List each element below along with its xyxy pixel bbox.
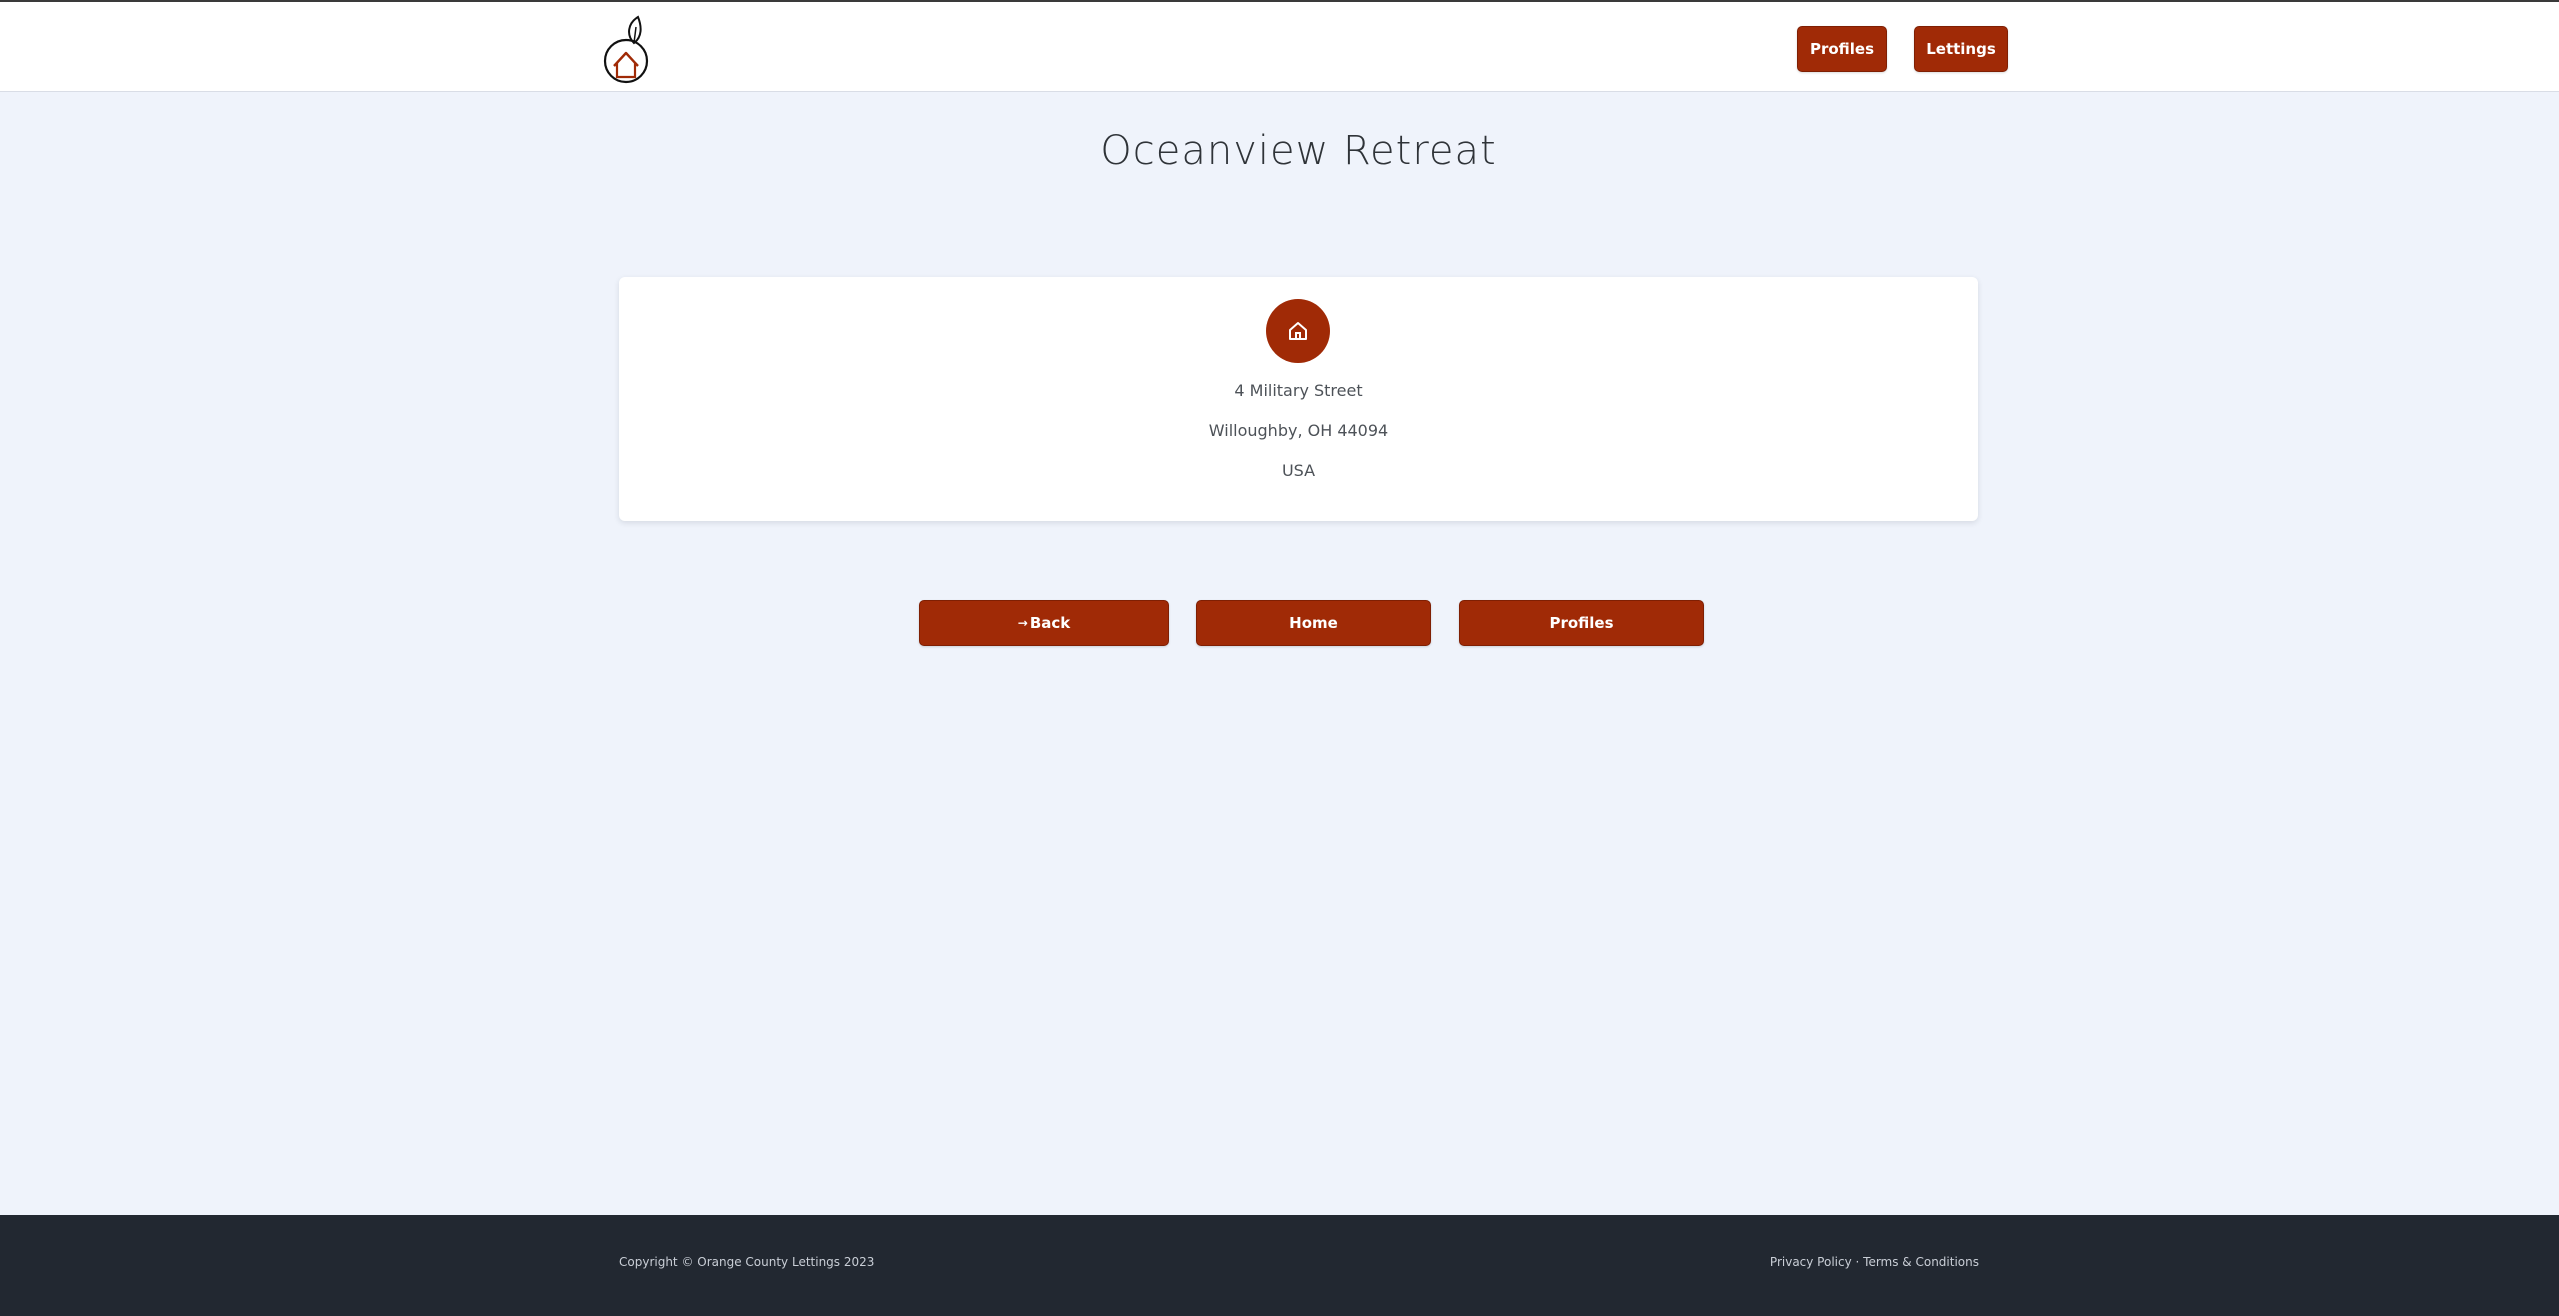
footer-links: Privacy Policy · Terms & Conditions — [1770, 1255, 1979, 1269]
nav-profiles-button[interactable]: Profiles — [1797, 26, 1887, 72]
copyright-text: Copyright © Orange County Lettings 2023 — [619, 1255, 875, 1269]
back-button[interactable]: → Back — [919, 600, 1169, 646]
site-footer: Copyright © Orange County Lettings 2023 … — [0, 1215, 2559, 1316]
orange-house-logo[interactable] — [598, 13, 654, 85]
terms-conditions-link[interactable]: Terms & Conditions — [1863, 1255, 1979, 1269]
arrow-right-icon: → — [1017, 616, 1028, 630]
home-button[interactable]: Home — [1196, 600, 1431, 646]
address-city: Willoughby, OH 44094 — [1208, 421, 1389, 440]
profiles-button[interactable]: Profiles — [1459, 600, 1704, 646]
letting-address-card: 4 Military Street Willoughby, OH 44094 U… — [619, 277, 1978, 521]
nav-lettings-button[interactable]: Lettings — [1914, 26, 2008, 72]
privacy-policy-link[interactable]: Privacy Policy — [1770, 1255, 1852, 1269]
footer-link-separator: · — [1851, 1255, 1864, 1269]
home-icon — [1266, 299, 1330, 363]
page-title: Oceanview Retreat — [1100, 128, 1497, 174]
address-street: 4 Military Street — [1234, 381, 1363, 400]
back-button-label: Back — [1029, 614, 1071, 632]
site-header: Profiles Lettings — [0, 2, 2559, 92]
address-country: USA — [1281, 461, 1316, 480]
